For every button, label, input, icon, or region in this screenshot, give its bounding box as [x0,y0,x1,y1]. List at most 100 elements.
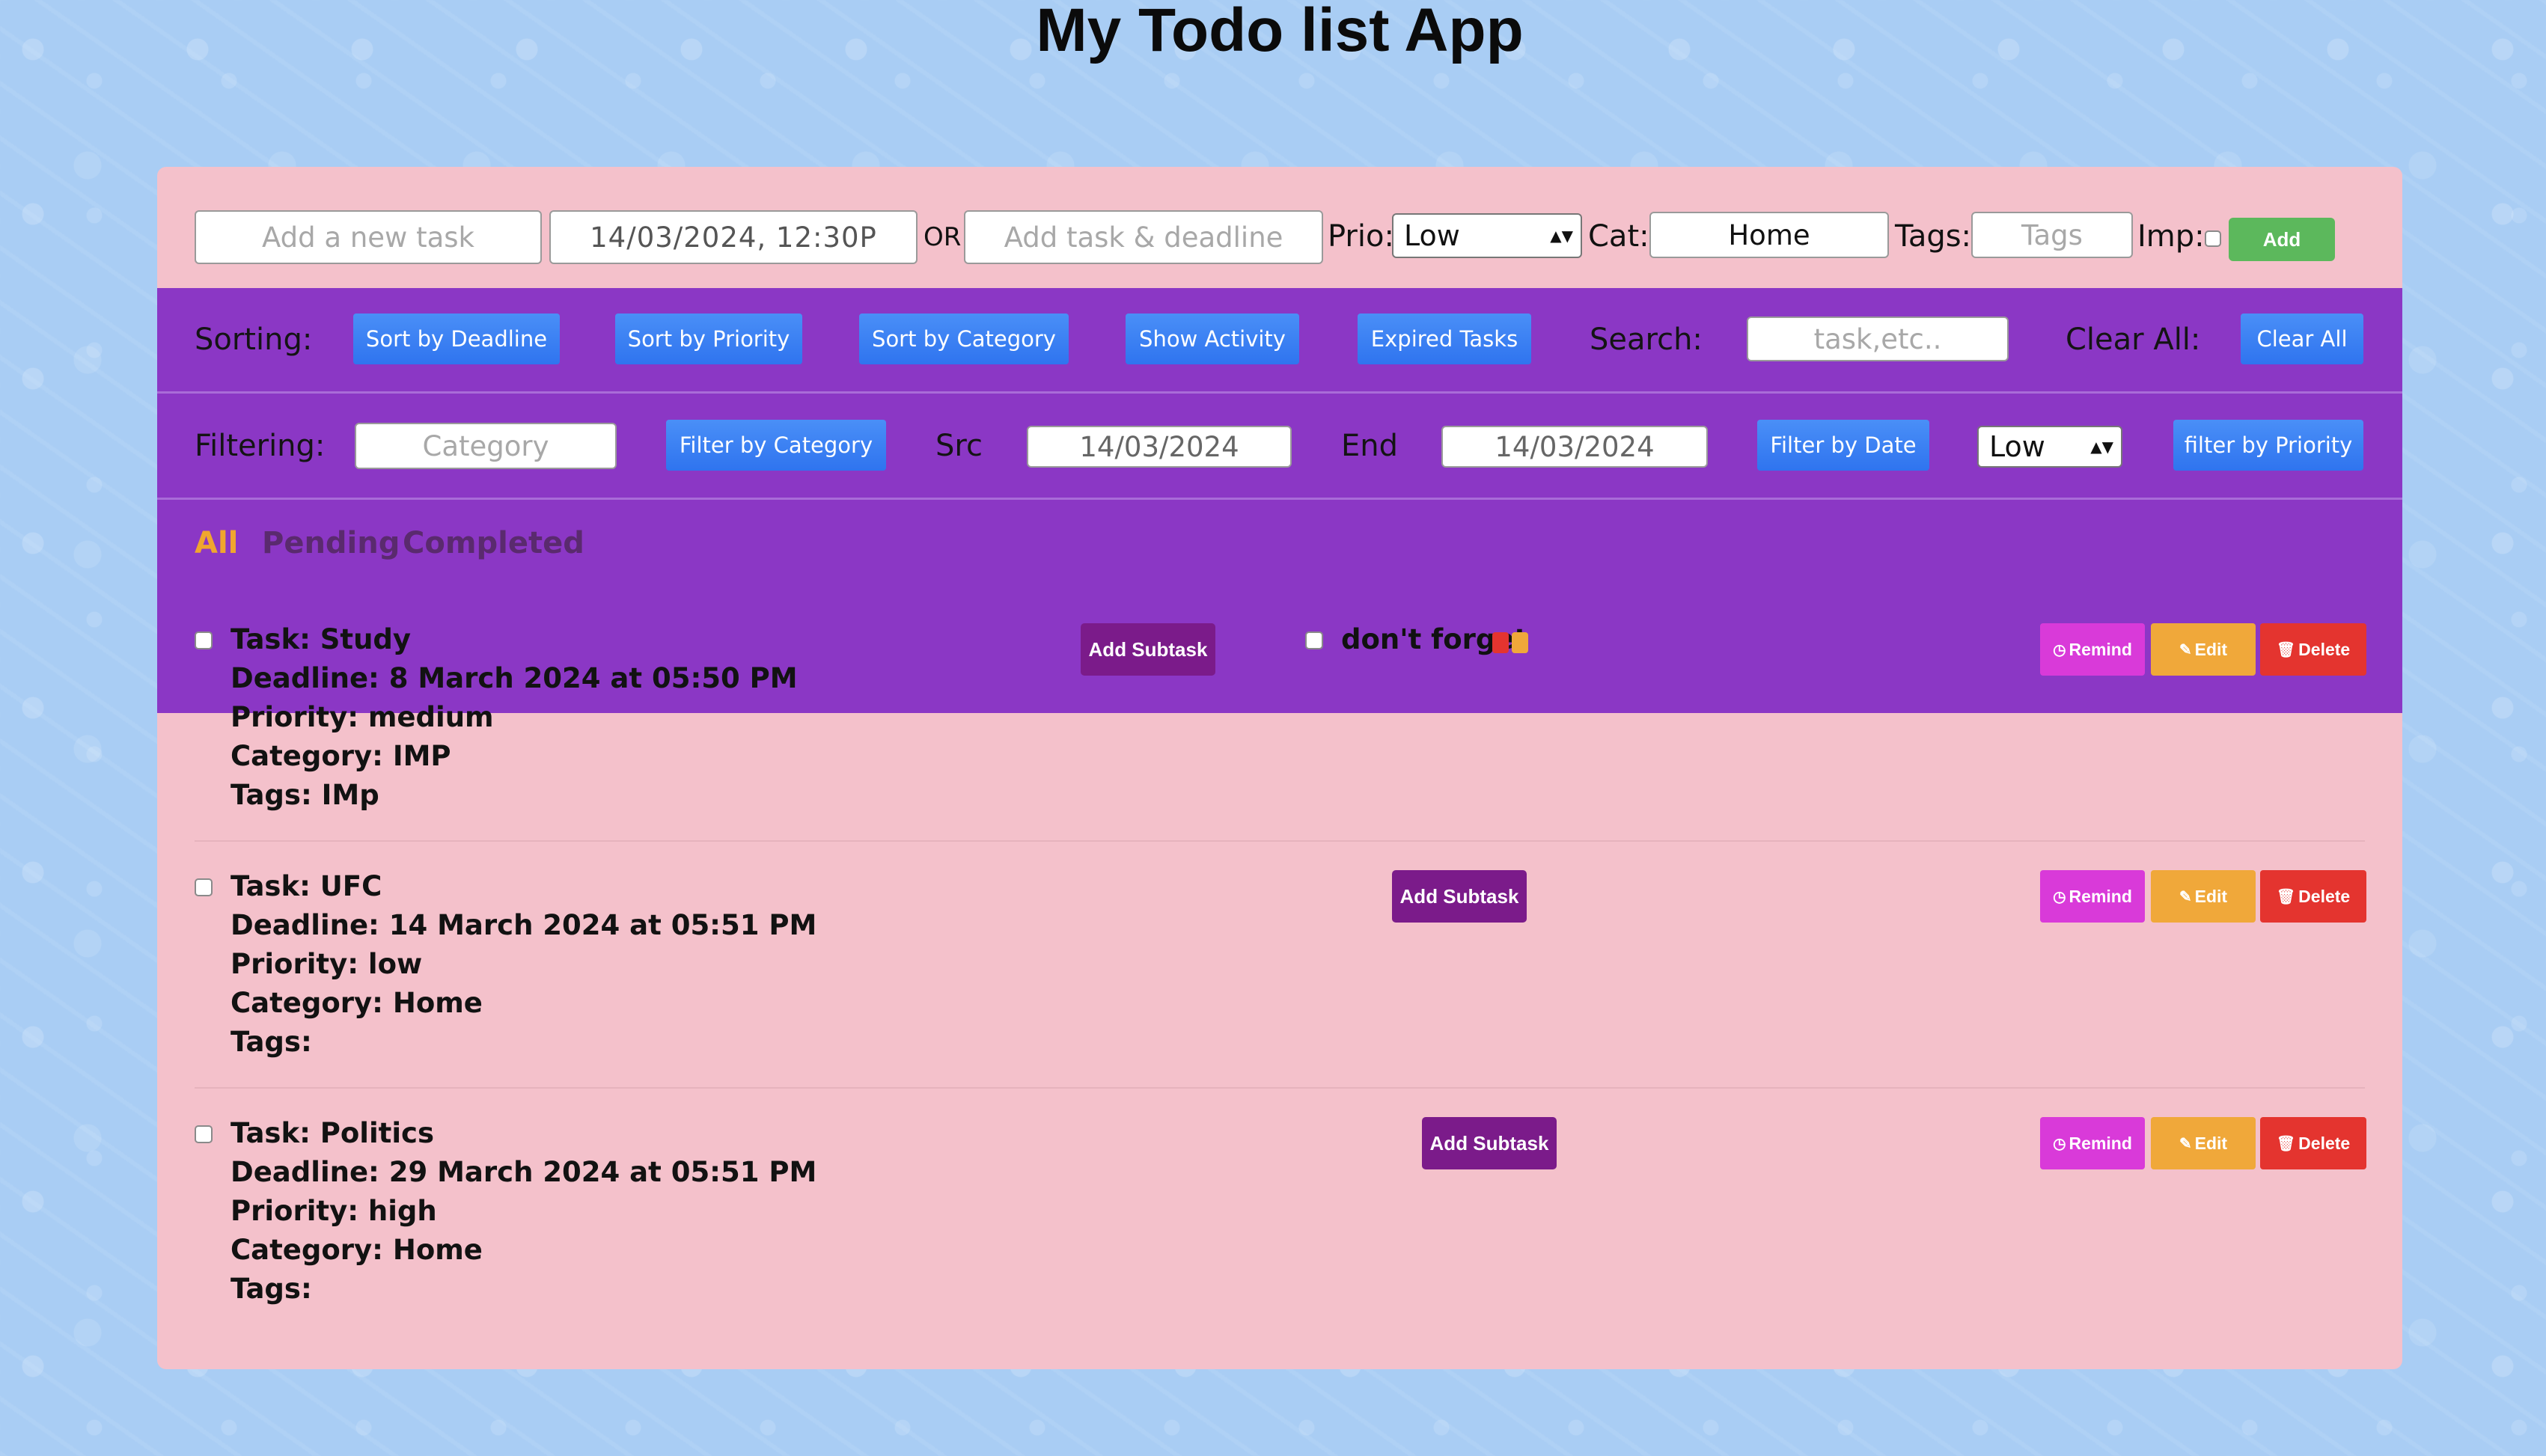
task-name: Task: Study [231,623,412,655]
src-date-input[interactable]: 14/03/2024 [1027,426,1292,468]
add-button[interactable]: Add [2229,218,2335,261]
clear-all-button[interactable]: Clear All [2241,313,2363,364]
remind-label: Remind [2069,639,2132,659]
task-complete-checkbox[interactable] [195,631,213,649]
delete-button[interactable]: 🗑 Delete [2260,623,2366,676]
add-button-label: Add [2262,227,2301,251]
filter-priority-select[interactable]: Low ▲▼ [1977,426,2122,468]
filter-priority-value: Low [1989,430,2045,463]
delete-label: Delete [2298,886,2351,906]
subtask-checkbox[interactable] [1305,631,1323,649]
filter-by-priority-button[interactable]: filter by Priority [2173,420,2363,471]
important-checkbox[interactable] [2205,230,2221,247]
task-category: Category: Home [231,1234,483,1266]
search-input[interactable]: task,etc.. [1747,316,2009,361]
tags-label: Tags: [1895,219,1972,254]
task-deadline: Deadline: 8 March 2024 at 05:50 PM [231,662,798,694]
add-subtask-button[interactable]: Add Subtask [1081,623,1215,676]
task-complete-checkbox[interactable] [195,878,213,896]
edit-label: Edit [2194,639,2228,659]
clock-icon: ◷ [2053,1135,2066,1152]
category-input[interactable]: Home [1649,212,1889,258]
tags-input[interactable]: Tags [1971,212,2133,258]
filter-category-placeholder: Category [422,429,549,462]
band-divider [157,498,2402,500]
deadline-datetime-input[interactable]: 14/03/2024, 12:30P [549,210,918,264]
delete-button[interactable]: 🗑 Delete [2260,1117,2366,1169]
trash-icon: 🗑 [2276,641,2296,658]
delete-label: Delete [2298,639,2351,659]
pencil-icon: ✎ [2179,888,2192,905]
task-details: Task: Politics Deadline: 29 March 2024 a… [231,1114,816,1309]
tab-completed[interactable]: Completed [403,526,584,560]
imp-label: Imp: [2137,219,2205,254]
cat-label: Cat: [1588,219,1649,254]
edit-button[interactable]: ✎ Edit [2151,1117,2256,1169]
filter-by-category-button[interactable]: Filter by Category [666,420,886,471]
filtering-label: Filtering: [195,429,326,463]
src-label: Src [935,429,983,463]
edit-button[interactable]: ✎ Edit [2151,870,2256,923]
edit-button[interactable]: ✎ Edit [2151,623,2256,676]
task-priority: Priority: low [231,948,423,980]
task-name: Task: UFC [231,870,382,902]
sort-by-priority-button[interactable]: Sort by Priority [615,313,802,364]
tab-pending[interactable]: Pending [262,526,400,560]
filter-category-input[interactable]: Category [355,423,617,469]
subtask-delete-icon[interactable] [1512,632,1528,653]
delete-label: Delete [2298,1133,2351,1153]
band-divider [157,391,2402,394]
clock-icon: ◷ [2053,888,2066,905]
task-input-placeholder: Add a new task [262,221,474,254]
task-tags: Tags: [231,1273,312,1305]
end-date-value: 14/03/2024 [1495,430,1655,463]
remind-label: Remind [2069,886,2132,906]
add-subtask-button[interactable]: Add Subtask [1422,1117,1557,1169]
edit-label: Edit [2194,886,2228,906]
src-date-value: 14/03/2024 [1079,430,1239,463]
task-priority: Priority: high [231,1195,437,1227]
pencil-icon: ✎ [2179,1135,2192,1152]
tags-placeholder: Tags [2021,218,2083,251]
search-label: Search: [1590,322,1703,357]
remind-button[interactable]: ◷ Remind [2040,1117,2145,1169]
or-label: OR [924,222,962,252]
expired-tasks-button[interactable]: Expired Tasks [1358,313,1531,364]
tab-all[interactable]: All [195,526,238,560]
select-arrows-icon: ▲▼ [1550,227,1573,245]
task-complete-checkbox[interactable] [195,1125,213,1143]
subtask-edit-icon[interactable] [1492,632,1509,653]
remind-button[interactable]: ◷ Remind [2040,870,2145,923]
category-input-value: Home [1728,218,1810,251]
remind-button[interactable]: ◷ Remind [2040,623,2145,676]
delete-button[interactable]: 🗑 Delete [2260,870,2366,923]
priority-select[interactable]: Low ▲▼ [1392,213,1582,258]
task-category: Category: IMP [231,740,451,772]
end-date-input[interactable]: 14/03/2024 [1441,426,1708,468]
filter-by-date-button[interactable]: Filter by Date [1757,420,1929,471]
sort-by-category-button[interactable]: Sort by Category [859,313,1069,364]
clear-all-label: Clear All: [2066,322,2201,357]
smart-task-input[interactable]: Add task & deadline [964,210,1323,264]
show-activity-button[interactable]: Show Activity [1126,313,1299,364]
task-deadline: Deadline: 14 March 2024 at 05:51 PM [231,909,817,941]
smart-task-placeholder: Add task & deadline [1004,221,1283,254]
sort-by-deadline-button[interactable]: Sort by Deadline [353,313,560,364]
task-category: Category: Home [231,987,483,1019]
task-deadline: Deadline: 29 March 2024 at 05:51 PM [231,1156,817,1188]
task-name: Task: Politics [231,1117,434,1149]
page-title: My Todo list App [1036,0,1524,64]
task-input[interactable]: Add a new task [195,210,542,264]
task-divider [195,1087,2365,1089]
sorting-label: Sorting: [195,322,313,357]
task-priority: Priority: medium [231,701,494,733]
prio-label: Prio: [1328,219,1394,254]
priority-select-value: Low [1404,219,1460,252]
todo-panel: Add a new task 14/03/2024, 12:30P OR Add… [157,167,2402,1369]
search-placeholder: task,etc.. [1813,322,1942,355]
remind-label: Remind [2069,1133,2132,1153]
add-subtask-button[interactable]: Add Subtask [1392,870,1527,923]
clock-icon: ◷ [2053,641,2066,658]
end-label: End [1341,429,1399,463]
task-divider [195,840,2365,842]
